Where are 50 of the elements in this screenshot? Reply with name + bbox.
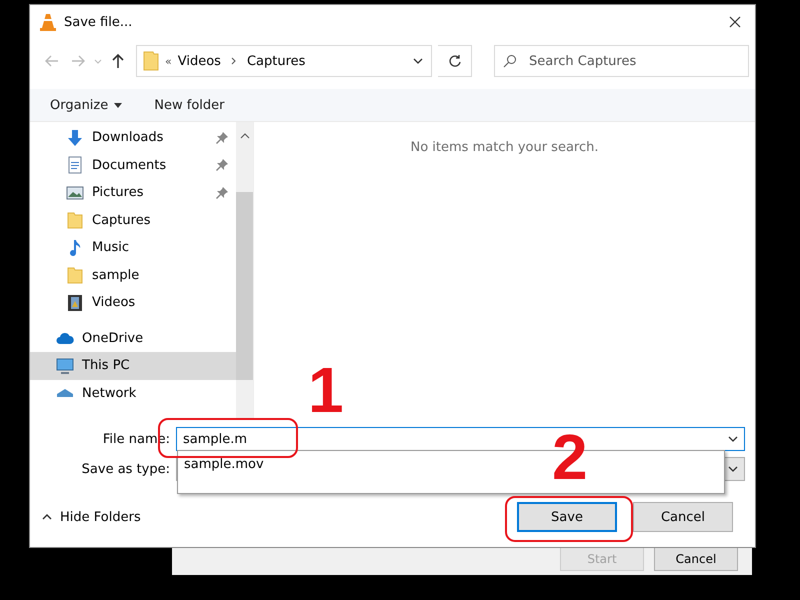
nav-item[interactable]: Network — [30, 380, 236, 407]
empty-message: No items match your search. — [410, 140, 598, 157]
close-icon[interactable] — [729, 16, 741, 28]
nav-item[interactable]: Documents — [30, 152, 236, 179]
breadcrumb-item[interactable]: Videos — [178, 54, 221, 68]
network-icon — [56, 389, 74, 398]
nav-item[interactable]: Pictures — [30, 179, 236, 206]
folder-icon — [143, 51, 159, 71]
save-button[interactable]: Save — [517, 502, 617, 532]
nav-item[interactable]: sample — [30, 262, 236, 289]
folder-icon — [66, 266, 84, 284]
picture-icon — [66, 184, 84, 202]
download-arrow-icon — [66, 128, 84, 147]
pin-icon[interactable] — [216, 159, 228, 172]
caret-icon — [114, 102, 122, 108]
pin-icon[interactable] — [216, 132, 228, 144]
cancel-button[interactable]: Cancel — [654, 547, 738, 571]
refresh-button[interactable] — [438, 45, 472, 77]
new-folder-button[interactable]: New folder — [154, 98, 224, 112]
recent-caret-icon[interactable] — [94, 58, 102, 64]
film-icon — [66, 294, 84, 312]
breadcrumb-item[interactable]: Captures — [246, 54, 306, 68]
separator-chevron-icon — [230, 57, 237, 65]
cancel-button[interactable]: Cancel — [633, 502, 733, 532]
search-icon — [503, 54, 517, 68]
chevron-down-icon — [728, 436, 738, 442]
nav-item[interactable]: Downloads — [30, 124, 236, 152]
chevron-down-icon — [728, 466, 738, 472]
nav-item[interactable]: This PC — [30, 352, 236, 380]
folder-icon — [66, 211, 84, 230]
pin-icon[interactable] — [216, 186, 228, 199]
organize-menu[interactable]: Organize — [50, 98, 122, 112]
window-title: Save file... — [64, 14, 134, 30]
refresh-icon — [448, 54, 462, 68]
chevron-up-icon — [42, 514, 52, 520]
chevron-down-icon — [413, 58, 423, 64]
scrollbar[interactable] — [236, 122, 253, 420]
address-bar[interactable]: « Videos Captures — [136, 45, 432, 77]
search-field[interactable]: Search Captures — [494, 45, 749, 77]
nav-item[interactable]: Music — [30, 234, 236, 262]
nav-item[interactable]: Videos — [30, 289, 236, 316]
step-number: 1 — [308, 358, 344, 422]
nav-item[interactable]: Captures — [30, 206, 236, 234]
hide-folders-button[interactable]: Hide Folders — [42, 510, 501, 524]
monitor-icon — [56, 356, 74, 375]
traffic-cone-icon — [40, 13, 56, 31]
save-as-type-label: Save as type: — [80, 462, 171, 476]
overflow-chevron[interactable]: « — [165, 54, 172, 68]
document-icon — [66, 156, 84, 174]
nav-item[interactable]: OneDrive — [30, 324, 236, 352]
